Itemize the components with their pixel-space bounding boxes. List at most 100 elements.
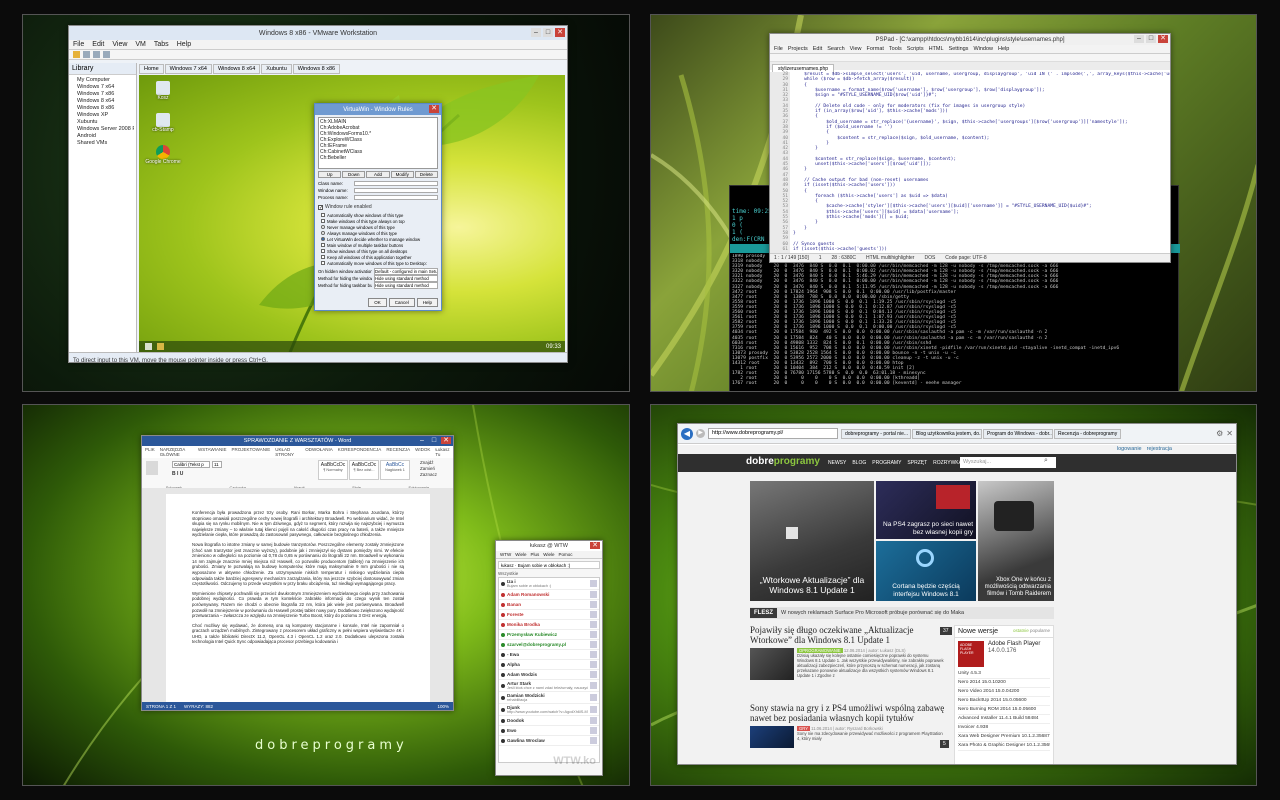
word-titlebar[interactable]: SPRAWOZDANIE Z WARSZTATÓW - Word – □ ✕ — [142, 436, 453, 446]
ribbon-tab[interactable]: NARZĘDZIA GŁÓWNE — [160, 447, 193, 457]
pspad-close-button[interactable]: ✕ — [1158, 35, 1168, 43]
style-button[interactable]: AaBbCc Nagłówek 1 — [380, 460, 410, 480]
select-box[interactable]: Hide using standard method — [374, 275, 438, 282]
vm-tab[interactable]: Home — [139, 64, 164, 74]
menu-item[interactable]: File — [73, 41, 84, 48]
close-icon[interactable]: ✕ — [1226, 429, 1233, 438]
ribbon-tab[interactable]: WSTAWIANIE — [198, 447, 227, 457]
version-item[interactable]: Unity 4.5.3 — [958, 670, 1050, 679]
vm-tab[interactable]: Windows 7 x64 — [164, 64, 212, 74]
address-bar[interactable]: http://www.dobreprogramy.pl/ — [708, 428, 838, 439]
rule-button[interactable]: Down — [342, 171, 366, 178]
hero-tile-xbox[interactable]: Xbox One w końcu z możliwością odtwarzan… — [978, 481, 1054, 601]
version-item[interactable]: Nero Video 2014 15.0.04200 — [958, 688, 1050, 697]
browser-window[interactable]: ◀ ▶ http://www.dobreprogramy.pl/ dobrepr… — [677, 423, 1237, 765]
menu-item[interactable]: Pomoc — [559, 552, 573, 557]
process-row[interactable]: 1767 root 20 0 0 0 0 S 0.0 0.0 0:00.00 [… — [732, 381, 1176, 386]
option-checkbox[interactable] — [321, 219, 325, 223]
ribbon-tab[interactable]: Łukasz Tu — [435, 447, 450, 457]
contact-item[interactable]: Gawlina Wroclaw — [499, 736, 599, 746]
version-item[interactable]: Invoicer 4.938 — [958, 724, 1050, 733]
back-icon[interactable]: ◀ — [681, 427, 693, 440]
menu-item[interactable]: Window — [973, 46, 993, 52]
ie-icon[interactable] — [145, 343, 152, 350]
power-icon[interactable] — [73, 51, 80, 58]
word-window[interactable]: SPRAWOZDANIE Z WARSZTATÓW - Word – □ ✕ PLI… — [141, 435, 454, 711]
style-button[interactable]: AaBbCcDc ¶ Bez odst... — [349, 460, 379, 480]
settings-icon[interactable]: ⚙ — [1216, 429, 1223, 438]
word-maximize-button[interactable]: □ — [429, 437, 439, 444]
menu-item[interactable]: Help — [998, 46, 1009, 52]
ribbon-tab[interactable]: RECENZJA — [386, 447, 410, 457]
dialog-close-button[interactable]: ✕ — [429, 105, 439, 113]
article-1-thumb[interactable] — [750, 648, 794, 680]
close-button[interactable]: ✕ — [555, 28, 565, 37]
dialog-button[interactable]: Help — [416, 298, 438, 307]
menu-item[interactable]: Format — [867, 46, 884, 52]
forward-icon[interactable]: ▶ — [696, 429, 705, 438]
contact-item[interactable]: szarvel@dobreprogramy.pl — [499, 640, 599, 650]
nav-item[interactable]: SPRZĘT — [907, 460, 927, 466]
option-checkbox[interactable] — [321, 225, 325, 229]
vmware-titlebar[interactable]: Windows 8 x86 - VMware Workstation – □ ✕ — [69, 26, 567, 40]
contact-item[interactable]: - Ewa — [499, 650, 599, 660]
document-paragraph[interactable]: Wymienione chipsety pochwalili się przec… — [192, 591, 404, 619]
search-icon[interactable]: ⌕ — [1044, 457, 1048, 465]
menu-item[interactable]: Edit — [813, 46, 822, 52]
tree-item[interactable]: Windows XP — [71, 112, 134, 119]
font-size-box[interactable]: 11 — [212, 461, 222, 468]
font-name-box[interactable]: Calibri (Tekst p — [172, 461, 210, 468]
select-box[interactable]: Default - configured in main Setup — [374, 268, 438, 275]
nav-item[interactable]: NEWSY — [828, 460, 846, 466]
option-checkbox[interactable] — [321, 213, 325, 217]
login-link[interactable]: logowanie — [1117, 446, 1142, 452]
desktop-icon[interactable]: Kosz — [143, 81, 183, 101]
featured-name[interactable]: Adobe Flash Player — [988, 641, 1040, 647]
browser-tab[interactable]: Blog użytkownika jestem, do... — [912, 428, 982, 439]
document-paragraph[interactable]: Konferencja była prowadzona przez trzy o… — [192, 510, 404, 538]
hero-tile-cortana[interactable]: Cortana będzie częścią interfejsu Window… — [876, 541, 976, 601]
browser-tab[interactable]: Recenzja - dobreprogramy — [1054, 428, 1122, 439]
contact-item[interactable]: Alpha — [499, 660, 599, 670]
contact-item[interactable]: Monika Brodka — [499, 620, 599, 630]
pspad-maximize-button[interactable]: □ — [1146, 35, 1156, 43]
menu-item[interactable]: Tabs — [154, 41, 169, 48]
rules-list[interactable]: Ch:XLMAIN Ch:AdobeAcrobat Ch:WindowsForms1… — [318, 117, 438, 169]
menu-item[interactable]: File — [774, 46, 783, 52]
pspad-minimize-button[interactable]: – — [1134, 35, 1144, 43]
browser-tab[interactable]: Program do Windows - dobr... — [983, 428, 1053, 439]
menu-item[interactable]: HTML — [929, 46, 944, 52]
menu-item[interactable]: Scripts — [907, 46, 924, 52]
tree-item[interactable]: Windows 7 x86 — [71, 91, 134, 98]
nav-item[interactable]: BLOG — [852, 460, 866, 466]
pspad-titlebar[interactable]: PSPad - [C:\xampp\htdocs\mybb1614\inc\pl… — [770, 34, 1170, 45]
tab-popular[interactable]: popularne — [1030, 628, 1050, 633]
browser-tab[interactable]: dobreprogramy - portal nie... — [841, 428, 911, 439]
version-item[interactable]: Advanced Installer 11.4.1 Build 58484 — [958, 715, 1050, 724]
nav-item[interactable]: ROZRYWKA — [933, 460, 962, 466]
dialog-titlebar[interactable]: VirtuaWin - Window Rules ✕ — [315, 104, 441, 115]
contact-item[interactable]: Banan — [499, 600, 599, 610]
contact-item[interactable]: Djunk http://www.youtube.com/watch?v=Agcd… — [499, 704, 599, 716]
tree-item[interactable]: Windows Server 2008 R2 — [71, 126, 134, 133]
code-text[interactable]: $result = $db->simple_select('users', 'u… — [790, 72, 1170, 253]
menu-item[interactable]: Plus — [531, 552, 540, 557]
revert-icon[interactable] — [93, 51, 100, 58]
rule-list-item[interactable]: Ch:Bebeller — [320, 155, 436, 161]
menu-item[interactable]: Edit — [92, 41, 104, 48]
version-item[interactable]: Xara Web Designer Premium 10.1.2.35687 — [958, 733, 1050, 742]
menu-item[interactable]: Settings — [949, 46, 969, 52]
fullscreen-icon[interactable] — [103, 51, 110, 58]
document-paragraph[interactable]: Choć możliwy się wydawać, że domeną ona … — [192, 623, 404, 645]
site-logo[interactable]: dobreprogramy — [746, 456, 820, 467]
dialog-button[interactable]: OK — [368, 298, 387, 307]
article-2-title[interactable]: Sony stawia na gry i z PS4 umożliwi wspó… — [750, 703, 946, 723]
word-close-button[interactable]: ✕ — [441, 437, 451, 444]
contact-item[interactable]: Ewo — [499, 726, 599, 736]
menu-item[interactable]: Search — [827, 46, 844, 52]
code-line[interactable]: if (isset($this->cache['guests'])) — [793, 247, 1170, 252]
article-1-title[interactable]: Pojawiły się długo oczekiwane „Aktualiza… — [750, 625, 946, 645]
document-paragraph[interactable]: Nowa litografia to istotne zmiany w same… — [192, 542, 404, 587]
version-item[interactable]: Nero BackItUp 2014 15.0.05600 — [958, 697, 1050, 706]
tree-item[interactable]: My Computer — [71, 77, 134, 84]
